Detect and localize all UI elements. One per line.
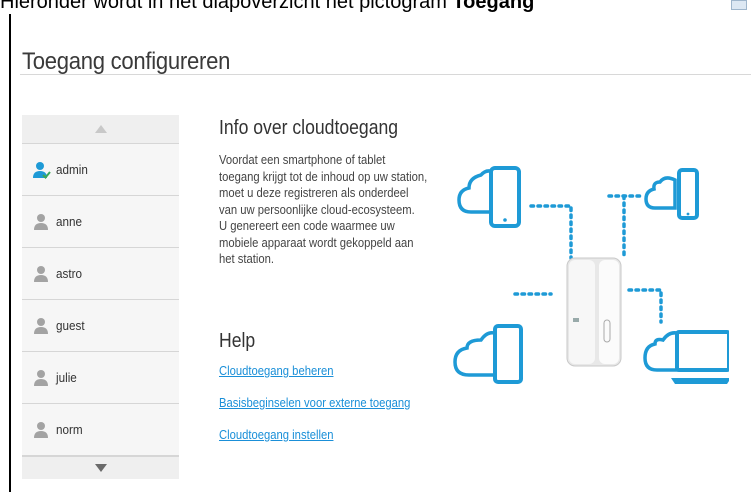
background-document-text: Hieronder wordt in het diapoverzicht het…	[0, 0, 535, 13]
user-icon	[32, 316, 52, 336]
user-list: admin anne astro guest julie norm	[22, 115, 179, 479]
chevron-down-icon	[94, 464, 107, 472]
user-row-astro[interactable]: astro	[22, 248, 179, 300]
user-label: norm	[56, 422, 83, 437]
user-label: anne	[56, 214, 83, 229]
info-line: het station.	[219, 252, 275, 266]
user-label: julie	[56, 370, 77, 385]
user-label: guest	[56, 318, 85, 333]
tablet-bottom-left-icon	[453, 324, 523, 384]
title-divider	[20, 74, 751, 75]
scroll-down-button[interactable]	[22, 456, 179, 479]
link-manage-cloud-access[interactable]: Cloudtoegang beheren	[219, 364, 333, 378]
background-document-strip: Hieronder wordt in het diapoverzicht het…	[0, 0, 751, 14]
nas-drive-icon	[566, 257, 622, 367]
link-setup-cloud-access[interactable]: Cloudtoegang instellen	[219, 428, 333, 442]
corner-badge-icon	[731, 0, 747, 10]
user-icon	[32, 420, 52, 440]
link-remote-access-basics[interactable]: Basisbeginselen voor externe toegang	[219, 396, 410, 410]
info-line: moet u deze registreren als onderdeel	[219, 186, 409, 200]
user-row-julie[interactable]: julie	[22, 352, 179, 404]
user-label: astro	[56, 266, 83, 281]
phone-top-right-icon	[644, 168, 699, 220]
user-icon	[32, 212, 52, 232]
info-line: van uw persoonlijke cloud-ecosysteem.	[219, 202, 415, 217]
info-line: U genereert een code waarmee uw	[219, 219, 395, 233]
info-line: toegang krijgt tot de inhoud op uw stati…	[219, 169, 428, 184]
info-title: Info over cloudtoegang	[219, 117, 399, 139]
dialog-title: Toegang configureren	[22, 48, 231, 75]
user-icon	[32, 264, 52, 284]
cloud-access-illustration	[449, 160, 731, 410]
user-label: admin	[56, 162, 88, 177]
cloud-ecosystem-diagram	[453, 166, 731, 384]
help-title: Help	[219, 330, 256, 352]
user-row-norm[interactable]: norm	[22, 404, 179, 456]
info-description: Voordat een smartphone of tablet toegang…	[219, 152, 428, 268]
laptop-bottom-right-icon	[643, 330, 731, 384]
user-row-guest[interactable]: guest	[22, 300, 179, 352]
info-line: mobiele apparaat wordt gekoppeld aan	[219, 235, 414, 250]
scroll-up-button[interactable]	[22, 115, 179, 144]
admin-user-icon	[32, 160, 52, 180]
user-row-admin[interactable]: admin	[22, 144, 179, 196]
info-line: Voordat een smartphone of tablet	[219, 153, 386, 167]
tablet-top-left-icon	[457, 166, 521, 228]
user-row-anne[interactable]: anne	[22, 196, 179, 248]
user-icon	[32, 368, 52, 388]
chevron-up-icon	[94, 125, 107, 133]
